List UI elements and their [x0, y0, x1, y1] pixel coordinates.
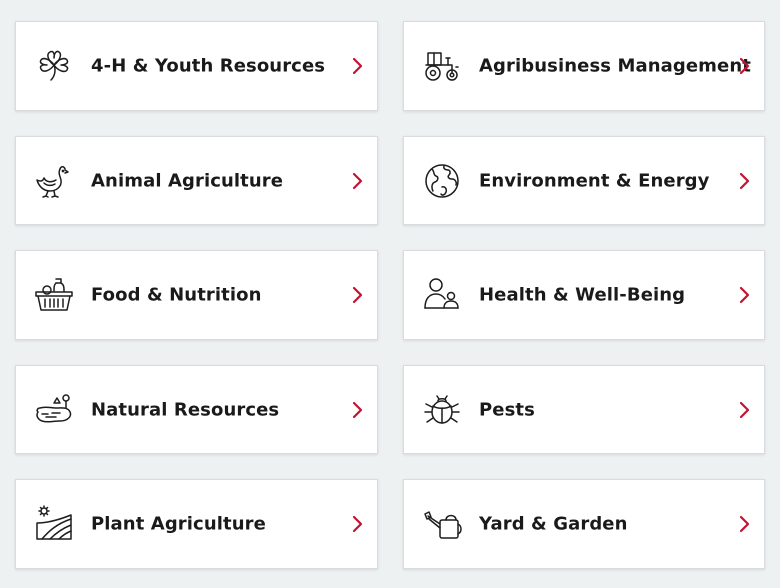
chevron-right-icon [351, 286, 363, 304]
field-sun-icon [34, 504, 74, 544]
beetle-icon [422, 390, 462, 430]
card-plant-agriculture[interactable]: Plant Agriculture [15, 479, 378, 569]
tractor-icon [422, 46, 462, 86]
food-basket-icon [34, 275, 74, 315]
card-natural-resources[interactable]: Natural Resources [15, 365, 378, 454]
card-environment-energy[interactable]: Environment & Energy [403, 136, 765, 225]
card-yard-garden[interactable]: Yard & Garden [403, 479, 765, 569]
card-label: Yard & Garden [479, 513, 628, 535]
card-label: Natural Resources [91, 399, 280, 420]
chevron-right-icon [351, 515, 363, 533]
card-animal-agriculture[interactable]: Animal Agriculture [15, 136, 378, 225]
card-label: Environment & Energy [479, 170, 710, 191]
person-icon [422, 275, 462, 315]
card-label: Health & Well-Being [479, 284, 686, 306]
chevron-right-icon [738, 515, 750, 533]
globe-icon [422, 161, 462, 201]
chevron-right-icon [351, 401, 363, 419]
card-pests[interactable]: Pests [403, 365, 765, 454]
chicken-icon [34, 161, 74, 201]
card-food-nutrition[interactable]: Food & Nutrition [15, 250, 378, 340]
chevron-right-icon [351, 172, 363, 190]
card-label: Food & Nutrition [91, 284, 262, 306]
card-label: Pests [479, 399, 535, 420]
card-4h-youth-resources[interactable]: 4-H & Youth Resources [15, 21, 378, 111]
clover-icon [34, 46, 74, 86]
card-label: Agribusiness Management [479, 55, 751, 77]
chevron-right-icon [738, 401, 750, 419]
card-label: Animal Agriculture [91, 170, 284, 191]
chevron-right-icon [351, 57, 363, 75]
chevron-right-icon [738, 172, 750, 190]
pond-tree-icon [34, 390, 74, 430]
card-label: 4-H & Youth Resources [91, 55, 326, 77]
card-agribusiness-management[interactable]: Agribusiness Management [403, 21, 765, 111]
card-label: Plant Agriculture [91, 513, 266, 535]
card-health-well-being[interactable]: Health & Well-Being [403, 250, 765, 340]
topic-grid: 4-H & Youth Resources Agribusiness Manag… [0, 0, 780, 588]
watering-can-icon [422, 504, 462, 544]
chevron-right-icon [738, 286, 750, 304]
chevron-right-icon [738, 57, 750, 75]
